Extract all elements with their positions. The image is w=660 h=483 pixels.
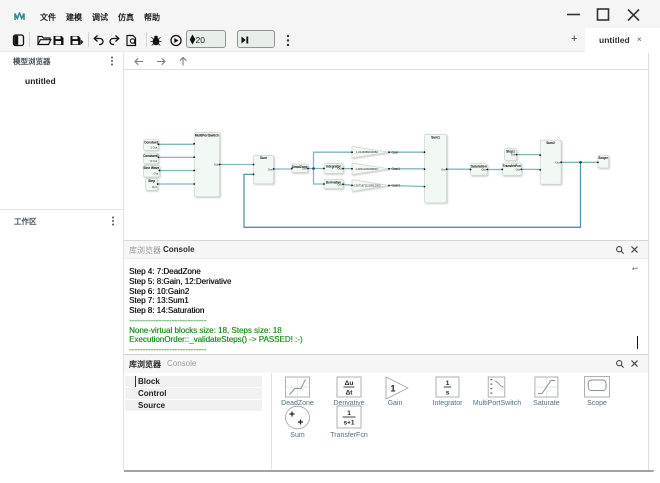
svg-text:1 Out: 1 Out	[150, 146, 157, 150]
svg-text:Out: Out	[214, 163, 219, 167]
svg-text:Out: Out	[555, 160, 560, 164]
svg-text:1: 1	[347, 410, 351, 417]
svg-text:s+1: s+1	[343, 420, 354, 427]
svg-text:Out: Out	[511, 153, 516, 157]
svg-text:Δt: Δt	[346, 390, 354, 397]
svg-text:s: s	[446, 390, 450, 397]
svg-text:Step: Step	[148, 179, 155, 183]
svg-text:Out: Out	[302, 167, 307, 171]
svg-text:Out: Out	[154, 172, 159, 176]
svg-text:Scope: Scope	[598, 156, 608, 160]
svg-text:0.00716711119512303: 0.00716711119512303	[353, 184, 381, 188]
svg-text:MultiPortSwitch: MultiPortSwitch	[195, 134, 219, 138]
svg-text:Sum2: Sum2	[546, 141, 555, 145]
svg-text:Sum1: Sum1	[431, 136, 440, 140]
svg-text:1: 1	[390, 384, 395, 394]
svg-text:Constant1: Constant1	[143, 154, 159, 158]
svg-text:Out: Out	[516, 168, 521, 172]
svg-text:Out: Out	[337, 167, 342, 171]
svg-text:Gain2: Gain2	[392, 184, 401, 188]
svg-text:Sine Wave: Sine Wave	[143, 166, 159, 170]
svg-text:Out: Out	[268, 167, 273, 171]
svg-text:Gain: Gain	[392, 150, 399, 154]
svg-text:Sum: Sum	[260, 156, 267, 160]
svg-text:Out: Out	[441, 167, 446, 171]
svg-text:1: 1	[446, 380, 450, 387]
svg-text:1.2148489343082: 1.2148489343082	[356, 150, 378, 154]
svg-text:1.00011290498307: 1.00011290498307	[356, 167, 379, 171]
svg-text:Out: Out	[337, 182, 342, 186]
svg-text:Out: Out	[481, 168, 486, 172]
svg-text:0 Out: 0 Out	[150, 159, 157, 163]
svg-text:Gain1: Gain1	[392, 167, 401, 171]
svg-text:Constant: Constant	[144, 140, 159, 144]
svg-text:Out: Out	[152, 185, 157, 189]
svg-text:Δu: Δu	[345, 380, 354, 387]
